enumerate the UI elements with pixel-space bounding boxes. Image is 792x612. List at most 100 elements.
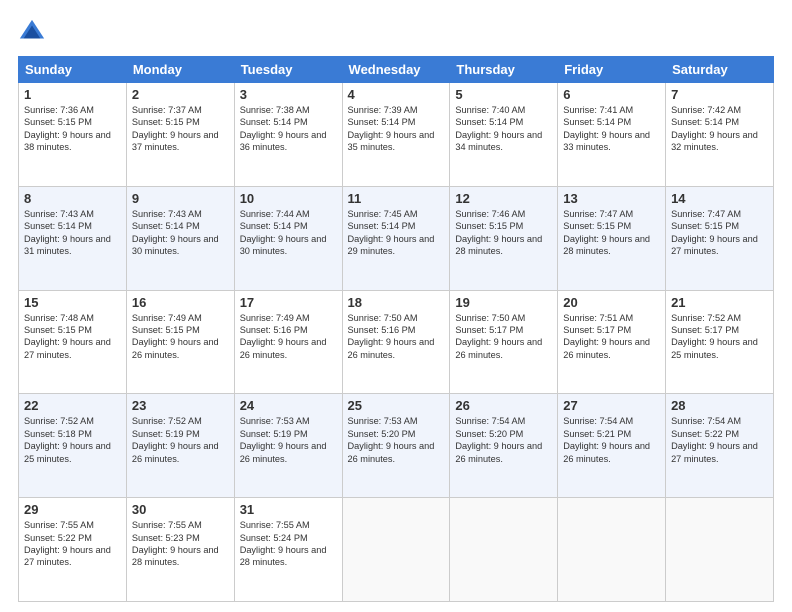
cell-content: Sunrise: 7:49 AMSunset: 5:15 PMDaylight:… — [132, 312, 229, 362]
cell-content: Sunrise: 7:45 AMSunset: 5:14 PMDaylight:… — [348, 208, 445, 258]
day-number: 16 — [132, 295, 229, 310]
logo — [18, 18, 50, 46]
calendar-cell: 31 Sunrise: 7:55 AMSunset: 5:24 PMDayligh… — [234, 498, 342, 602]
calendar-cell: 15 Sunrise: 7:48 AMSunset: 5:15 PMDayligh… — [19, 290, 127, 394]
day-number: 11 — [348, 191, 445, 206]
calendar-header-friday: Friday — [558, 57, 666, 83]
calendar-cell: 21Sunrise: 7:52 AMSunset: 5:17 PMDayligh… — [666, 290, 774, 394]
day-number: 22 — [24, 398, 121, 413]
cell-content: Sunrise: 7:36 AMSunset: 5:15 PMDaylight:… — [24, 104, 121, 154]
day-number: 27 — [563, 398, 660, 413]
day-number: 31 — [240, 502, 337, 517]
cell-content: Sunrise: 7:54 AMSunset: 5:20 PMDaylight:… — [455, 415, 552, 465]
calendar-cell: 8Sunrise: 7:43 AMSunset: 5:14 PMDaylight… — [19, 186, 127, 290]
calendar-header-row: SundayMondayTuesdayWednesdayThursdayFrid… — [19, 57, 774, 83]
calendar-header-saturday: Saturday — [666, 57, 774, 83]
calendar-week-2: 8Sunrise: 7:43 AMSunset: 5:14 PMDaylight… — [19, 186, 774, 290]
calendar-cell: 12 Sunrise: 7:46 AMSunset: 5:15 PMDayligh… — [450, 186, 558, 290]
calendar-cell: 5Sunrise: 7:40 AMSunset: 5:14 PMDaylight… — [450, 83, 558, 187]
cell-content: Sunrise: 7:51 AMSunset: 5:17 PMDaylight:… — [563, 312, 660, 362]
calendar-cell — [666, 498, 774, 602]
calendar-cell: 10 Sunrise: 7:44 AMSunset: 5:14 PMDayligh… — [234, 186, 342, 290]
cell-content: Sunrise: 7:52 AMSunset: 5:19 PMDaylight:… — [132, 415, 229, 465]
calendar-cell: 1 Sunrise: 7:36 AMSunset: 5:15 PMDaylight… — [19, 83, 127, 187]
day-number: 2 — [132, 87, 229, 102]
calendar-cell: 3 Sunrise: 7:38 AMSunset: 5:14 PMDaylight… — [234, 83, 342, 187]
day-number: 30 — [132, 502, 229, 517]
calendar-week-1: 1 Sunrise: 7:36 AMSunset: 5:15 PMDaylight… — [19, 83, 774, 187]
calendar-cell: 26 Sunrise: 7:54 AMSunset: 5:20 PMDayligh… — [450, 394, 558, 498]
calendar-week-3: 15 Sunrise: 7:48 AMSunset: 5:15 PMDayligh… — [19, 290, 774, 394]
cell-content: Sunrise: 7:38 AMSunset: 5:14 PMDaylight:… — [240, 104, 337, 154]
calendar-cell: 23 Sunrise: 7:52 AMSunset: 5:19 PMDayligh… — [126, 394, 234, 498]
day-number: 3 — [240, 87, 337, 102]
cell-content: Sunrise: 7:53 AMSunset: 5:20 PMDaylight:… — [348, 415, 445, 465]
calendar-header-tuesday: Tuesday — [234, 57, 342, 83]
day-number: 26 — [455, 398, 552, 413]
calendar-week-5: 29 Sunrise: 7:55 AMSunset: 5:22 PMDayligh… — [19, 498, 774, 602]
day-number: 21 — [671, 295, 768, 310]
calendar-header-sunday: Sunday — [19, 57, 127, 83]
cell-content: Sunrise: 7:52 AMSunset: 5:18 PMDaylight:… — [24, 415, 121, 465]
calendar-cell: 24 Sunrise: 7:53 AMSunset: 5:19 PMDayligh… — [234, 394, 342, 498]
cell-content: Sunrise: 7:53 AMSunset: 5:19 PMDaylight:… — [240, 415, 337, 465]
page: SundayMondayTuesdayWednesdayThursdayFrid… — [0, 0, 792, 612]
day-number: 25 — [348, 398, 445, 413]
logo-icon — [18, 18, 46, 46]
day-number: 15 — [24, 295, 121, 310]
cell-content: Sunrise: 7:44 AMSunset: 5:14 PMDaylight:… — [240, 208, 337, 258]
calendar-cell: 19 Sunrise: 7:50 AMSunset: 5:17 PMDayligh… — [450, 290, 558, 394]
cell-content: Sunrise: 7:47 AMSunset: 5:15 PMDaylight:… — [563, 208, 660, 258]
calendar-cell: 14Sunrise: 7:47 AMSunset: 5:15 PMDayligh… — [666, 186, 774, 290]
day-number: 28 — [671, 398, 768, 413]
day-number: 19 — [455, 295, 552, 310]
day-number: 12 — [455, 191, 552, 206]
calendar-cell — [450, 498, 558, 602]
calendar-cell: 4 Sunrise: 7:39 AMSunset: 5:14 PMDaylight… — [342, 83, 450, 187]
cell-content: Sunrise: 7:49 AMSunset: 5:16 PMDaylight:… — [240, 312, 337, 362]
day-number: 17 — [240, 295, 337, 310]
day-number: 6 — [563, 87, 660, 102]
day-number: 29 — [24, 502, 121, 517]
calendar-cell: 11 Sunrise: 7:45 AMSunset: 5:14 PMDayligh… — [342, 186, 450, 290]
cell-content: Sunrise: 7:50 AMSunset: 5:17 PMDaylight:… — [455, 312, 552, 362]
cell-content: Sunrise: 7:47 AMSunset: 5:15 PMDaylight:… — [671, 208, 768, 258]
day-number: 18 — [348, 295, 445, 310]
day-number: 10 — [240, 191, 337, 206]
calendar-cell: 2 Sunrise: 7:37 AMSunset: 5:15 PMDaylight… — [126, 83, 234, 187]
day-number: 13 — [563, 191, 660, 206]
cell-content: Sunrise: 7:39 AMSunset: 5:14 PMDaylight:… — [348, 104, 445, 154]
cell-content: Sunrise: 7:50 AMSunset: 5:16 PMDaylight:… — [348, 312, 445, 362]
day-number: 7 — [671, 87, 768, 102]
cell-content: Sunrise: 7:55 AMSunset: 5:23 PMDaylight:… — [132, 519, 229, 569]
calendar-header-thursday: Thursday — [450, 57, 558, 83]
calendar-cell: 9Sunrise: 7:43 AMSunset: 5:14 PMDaylight… — [126, 186, 234, 290]
calendar-header-monday: Monday — [126, 57, 234, 83]
day-number: 4 — [348, 87, 445, 102]
calendar-cell: 13 Sunrise: 7:47 AMSunset: 5:15 PMDayligh… — [558, 186, 666, 290]
cell-content: Sunrise: 7:46 AMSunset: 5:15 PMDaylight:… — [455, 208, 552, 258]
cell-content: Sunrise: 7:43 AMSunset: 5:14 PMDaylight:… — [24, 208, 121, 258]
day-number: 23 — [132, 398, 229, 413]
calendar-cell: 25 Sunrise: 7:53 AMSunset: 5:20 PMDayligh… — [342, 394, 450, 498]
calendar-cell: 30 Sunrise: 7:55 AMSunset: 5:23 PMDayligh… — [126, 498, 234, 602]
day-number: 9 — [132, 191, 229, 206]
calendar-cell: 28Sunrise: 7:54 AMSunset: 5:22 PMDayligh… — [666, 394, 774, 498]
calendar-cell: 20Sunrise: 7:51 AMSunset: 5:17 PMDayligh… — [558, 290, 666, 394]
day-number: 1 — [24, 87, 121, 102]
cell-content: Sunrise: 7:42 AMSunset: 5:14 PMDaylight:… — [671, 104, 768, 154]
cell-content: Sunrise: 7:55 AMSunset: 5:22 PMDaylight:… — [24, 519, 121, 569]
calendar-cell: 7 Sunrise: 7:42 AMSunset: 5:14 PMDaylight… — [666, 83, 774, 187]
calendar-cell: 16 Sunrise: 7:49 AMSunset: 5:15 PMDayligh… — [126, 290, 234, 394]
header — [18, 18, 774, 46]
cell-content: Sunrise: 7:55 AMSunset: 5:24 PMDaylight:… — [240, 519, 337, 569]
day-number: 24 — [240, 398, 337, 413]
calendar-cell: 17 Sunrise: 7:49 AMSunset: 5:16 PMDayligh… — [234, 290, 342, 394]
calendar-header-wednesday: Wednesday — [342, 57, 450, 83]
calendar-cell: 18 Sunrise: 7:50 AMSunset: 5:16 PMDayligh… — [342, 290, 450, 394]
calendar-cell: 27Sunrise: 7:54 AMSunset: 5:21 PMDayligh… — [558, 394, 666, 498]
calendar-cell — [342, 498, 450, 602]
cell-content: Sunrise: 7:37 AMSunset: 5:15 PMDaylight:… — [132, 104, 229, 154]
calendar-cell — [558, 498, 666, 602]
cell-content: Sunrise: 7:48 AMSunset: 5:15 PMDaylight:… — [24, 312, 121, 362]
